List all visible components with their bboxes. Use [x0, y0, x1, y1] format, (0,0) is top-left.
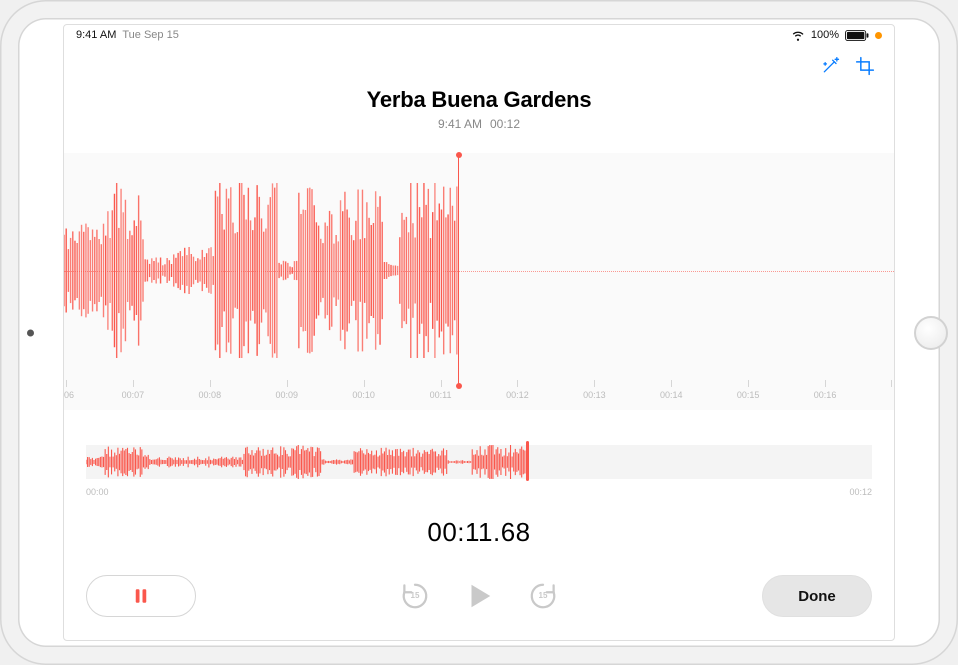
wifi-icon [791, 30, 805, 41]
status-time: 9:41 AM [76, 29, 116, 41]
ipad-bezel: 9:41 AM Tue Sep 15 100% [0, 0, 958, 665]
crop-button[interactable] [854, 55, 876, 77]
axis-tick: 00:15 [720, 390, 776, 400]
axis-tick: 00:10 [336, 390, 392, 400]
waveform-overview[interactable]: 00:00 00:12 [86, 433, 872, 493]
overview-end-label: 00:12 [849, 487, 872, 497]
recording-duration: 00:12 [490, 117, 520, 131]
enhance-button[interactable] [820, 55, 842, 77]
home-button[interactable] [914, 316, 948, 350]
recording-time: 9:41 AM [438, 117, 482, 131]
overview-start-label: 00:00 [86, 487, 109, 497]
skip-forward-15-button[interactable]: 15 [526, 579, 560, 613]
axis-tick: 00:09 [259, 390, 315, 400]
waveform-main[interactable]: 06 00:07 00:08 00:09 00:10 00:11 00:12 00:13 00:… [64, 153, 894, 410]
screen: 9:41 AM Tue Sep 15 100% [63, 24, 895, 641]
done-button[interactable]: Done [762, 575, 872, 617]
recording-indicator-icon [875, 32, 882, 39]
axis-tick: 00:14 [643, 390, 699, 400]
skip-fwd-label: 15 [539, 591, 548, 600]
status-date: Tue Sep 15 [122, 29, 178, 41]
playhead[interactable] [458, 155, 459, 386]
elapsed-timer: 00:11.68 [64, 517, 894, 548]
skip-back-15-button[interactable]: 15 [398, 579, 432, 613]
skip-back-label: 15 [411, 591, 420, 600]
axis-tick: 00:08 [182, 390, 238, 400]
waveform-canvas [64, 153, 894, 388]
play-button[interactable] [462, 579, 496, 613]
battery-icon [845, 30, 869, 41]
axis-tick: 00:16 [797, 390, 853, 400]
recording-title[interactable]: Yerba Buena Gardens [64, 87, 894, 113]
status-bar: 9:41 AM Tue Sep 15 100% [64, 25, 894, 45]
battery-percent: 100% [811, 29, 839, 41]
axis-tick: 00:11 [413, 390, 469, 400]
axis-tick: 06 [64, 390, 84, 400]
overview-playhead[interactable] [526, 441, 529, 481]
transport-controls: 15 15 Done [86, 572, 872, 620]
done-button-label: Done [798, 588, 836, 605]
camera-dot [27, 329, 34, 336]
axis-tick: 00:07 [105, 390, 161, 400]
axis-tick: 00:12 [489, 390, 545, 400]
waveform-axis: 06 00:07 00:08 00:09 00:10 00:11 00:12 00:13 00:… [64, 388, 894, 410]
axis-tick: 00:13 [566, 390, 622, 400]
pause-button[interactable] [86, 575, 196, 617]
